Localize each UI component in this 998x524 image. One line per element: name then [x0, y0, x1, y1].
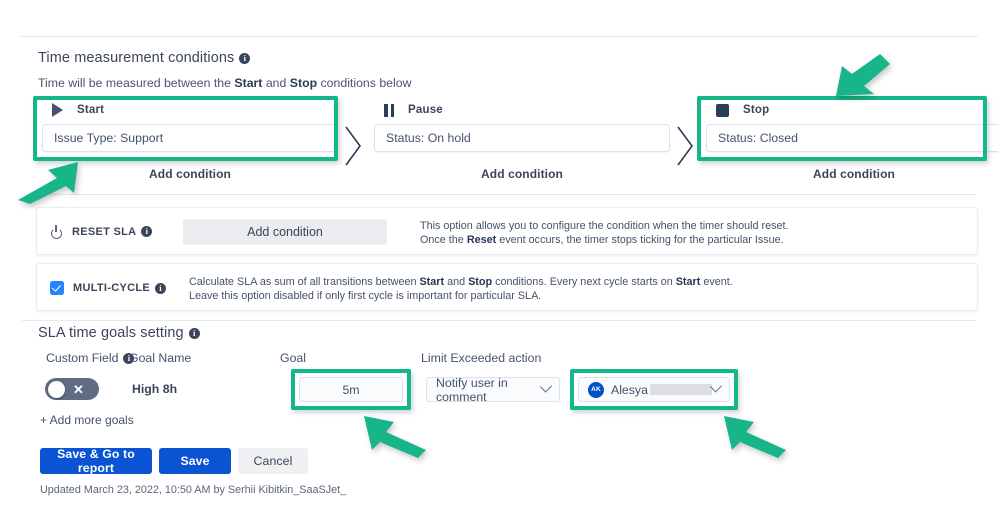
notify-user-select[interactable]: AK Alesya: [578, 377, 730, 402]
mc-c: and: [444, 276, 469, 288]
goal-value-text: 5m: [342, 382, 360, 397]
mc-g: event.: [700, 276, 733, 288]
add-condition-stop-button[interactable]: Add condition: [706, 167, 998, 181]
time-measurement-title: Time measurement conditions: [38, 50, 251, 66]
time-measurement-title-text: Time measurement conditions: [38, 50, 235, 66]
reset-sla-label-group: RESET SLA: [50, 225, 153, 239]
sla-settings-page: Time measurement conditions Time will be…: [0, 0, 998, 524]
custom-field-toggle[interactable]: ✕: [45, 378, 99, 400]
save-button[interactable]: Save: [159, 448, 231, 474]
header-goal: Goal: [280, 351, 306, 365]
multi-cycle-card: MULTI-CYCLE Calculate SLA as sum of all …: [36, 263, 978, 311]
condition-label-start: Start: [77, 104, 105, 116]
redacted-name-bar: [649, 384, 713, 395]
multi-cycle-desc-line1: Calculate SLA as sum of all transitions …: [189, 275, 733, 289]
reset-desc-a: Once the: [420, 234, 467, 246]
info-icon[interactable]: [239, 53, 251, 64]
toggle-knob: [48, 380, 65, 398]
mc-b: Start: [419, 276, 445, 288]
add-condition-start-button[interactable]: Add condition: [42, 167, 338, 181]
condition-label-stop: Stop: [743, 104, 770, 116]
mc-e: conditions. Every next cycle starts on: [492, 276, 676, 288]
header-custom-field: Custom Field: [46, 351, 135, 365]
chevron-right-icon-2: [676, 125, 696, 166]
subtitle-part-3: conditions below: [317, 76, 412, 90]
sla-goals-title: SLA time goals setting: [38, 325, 200, 341]
mc-d: Stop: [468, 276, 493, 288]
subtitle-start: Start: [234, 76, 263, 90]
sla-goals-info-icon[interactable]: [188, 328, 200, 339]
multi-cycle-desc-line2: Leave this option disabled if only first…: [189, 290, 542, 302]
condition-value-stop-text: Status: Closed: [718, 131, 798, 145]
condition-column-pause: Pause Status: On hold Add condition: [374, 100, 670, 181]
notify-user-name: Alesya: [611, 382, 648, 397]
multi-cycle-description: Calculate SLA as sum of all transitions …: [189, 275, 733, 303]
header-custom-field-text: Custom Field: [46, 351, 119, 365]
header-limit-exceeded: Limit Exceeded action: [421, 351, 542, 365]
mc-a: Calculate SLA as sum of all transitions …: [189, 276, 420, 288]
subtitle-part-1: Time will be measured between the: [38, 76, 235, 90]
condition-header-pause: Pause: [374, 100, 670, 120]
condition-column-stop: Stop Status: Closed Add condition: [706, 100, 998, 181]
divider-1: [22, 194, 976, 195]
chevron-right-icon-1: [344, 125, 364, 166]
stop-icon: [716, 103, 729, 117]
arrow-notify-user: [720, 412, 798, 460]
condition-value-pause[interactable]: Status: On hold: [374, 124, 670, 152]
avatar: AK: [588, 381, 604, 398]
condition-column-start: Start Issue Type: Support Add condition: [42, 100, 338, 181]
condition-value-stop[interactable]: Status: Closed: [706, 124, 998, 152]
pause-icon: [384, 103, 394, 117]
reset-sla-desc-line2: Once the Reset event occurs, the timer s…: [420, 233, 789, 247]
reset-sla-label: RESET SLA: [72, 225, 137, 238]
goal-value-input[interactable]: 5m: [299, 377, 403, 402]
add-condition-pause-button[interactable]: Add condition: [374, 167, 670, 181]
goal-name-value: High 8h: [132, 382, 178, 396]
arrow-start-condition: [8, 160, 84, 206]
updated-timestamp: Updated March 23, 2022, 10:50 AM by Serh…: [40, 484, 347, 496]
multi-cycle-label-group[interactable]: MULTI-CYCLE: [50, 281, 167, 295]
arrow-goal-value: [360, 412, 438, 460]
save-and-go-to-report-button[interactable]: Save & Go to report: [40, 447, 152, 475]
limit-exceeded-action-select[interactable]: Notify user in comment: [426, 375, 560, 404]
sla-goals-title-text: SLA time goals setting: [38, 325, 184, 341]
reset-desc-c: event occurs, the timer stops ticking fo…: [496, 234, 784, 246]
multi-cycle-checkbox[interactable]: [50, 281, 64, 295]
condition-header-start: Start: [42, 100, 338, 120]
cancel-button[interactable]: Cancel: [238, 448, 308, 474]
mc-f: Start: [675, 276, 701, 288]
time-measurement-subtitle: Time will be measured between the Start …: [38, 76, 411, 90]
header-goal-name: Goal Name: [129, 351, 192, 365]
reset-sla-description: This option allows you to configure the …: [420, 219, 789, 247]
reset-sla-info-icon[interactable]: [141, 226, 153, 237]
multi-cycle-info-icon[interactable]: [155, 282, 167, 294]
reset-sla-add-condition-button[interactable]: Add condition: [183, 219, 387, 245]
condition-label-pause: Pause: [408, 104, 443, 116]
multi-cycle-label: MULTI-CYCLE: [73, 282, 151, 294]
reset-sla-desc-line1: This option allows you to configure the …: [420, 220, 789, 232]
condition-value-start[interactable]: Issue Type: Support: [42, 124, 338, 152]
add-more-goals-link[interactable]: + Add more goals: [40, 413, 134, 427]
toggle-off-mark: ✕: [73, 381, 84, 397]
subtitle-part-2: and: [262, 76, 290, 90]
condition-header-stop: Stop: [706, 100, 998, 120]
limit-exceeded-action-value: Notify user in comment: [436, 375, 508, 404]
reset-sla-card: RESET SLA Add condition This option allo…: [36, 207, 978, 255]
subtitle-stop: Stop: [289, 76, 318, 90]
arrow-stop-condition: [828, 52, 906, 100]
divider-2: [22, 320, 976, 321]
condition-value-start-text: Issue Type: Support: [54, 131, 164, 145]
play-icon: [52, 103, 63, 117]
reset-desc-b: Reset: [466, 234, 497, 246]
power-icon: [50, 225, 63, 239]
top-divider: [20, 36, 978, 37]
condition-value-pause-text: Status: On hold: [386, 131, 471, 145]
